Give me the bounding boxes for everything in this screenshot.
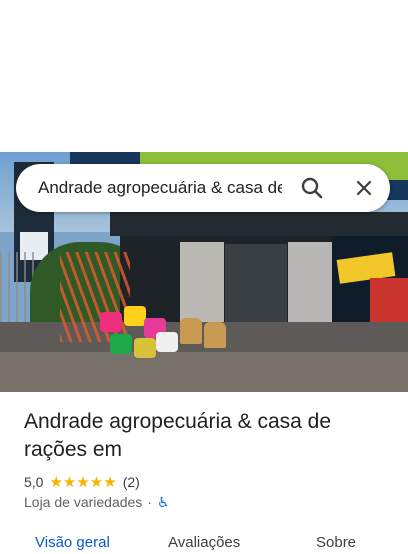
blank-top-area [0,0,408,152]
tab-overview[interactable]: Visão geral [35,534,110,551]
search-bar[interactable] [16,164,390,212]
tab-bar: Visão geral Avaliações Sobre [0,530,408,554]
rating-value: 5,0 [24,474,44,490]
separator-dot: · [147,494,152,510]
place-title: Andrade agropecuária & casa de rações em [24,410,332,461]
wheelchair-accessible-icon: ♿ [156,493,170,510]
tab-about[interactable]: Sobre [316,534,356,551]
search-input[interactable] [38,164,282,212]
place-category[interactable]: Loja de variedades [24,494,142,510]
star-rating-icon: ★★★★★ [49,474,117,491]
category-row: Loja de variedades · ♿ [24,493,170,511]
tab-reviews[interactable]: Avaliações [168,534,240,551]
search-icon[interactable] [298,174,326,202]
close-icon[interactable] [350,174,378,202]
rating-row[interactable]: 5,0 ★★★★★ (2) [24,473,140,491]
review-count[interactable]: (2) [123,474,140,490]
